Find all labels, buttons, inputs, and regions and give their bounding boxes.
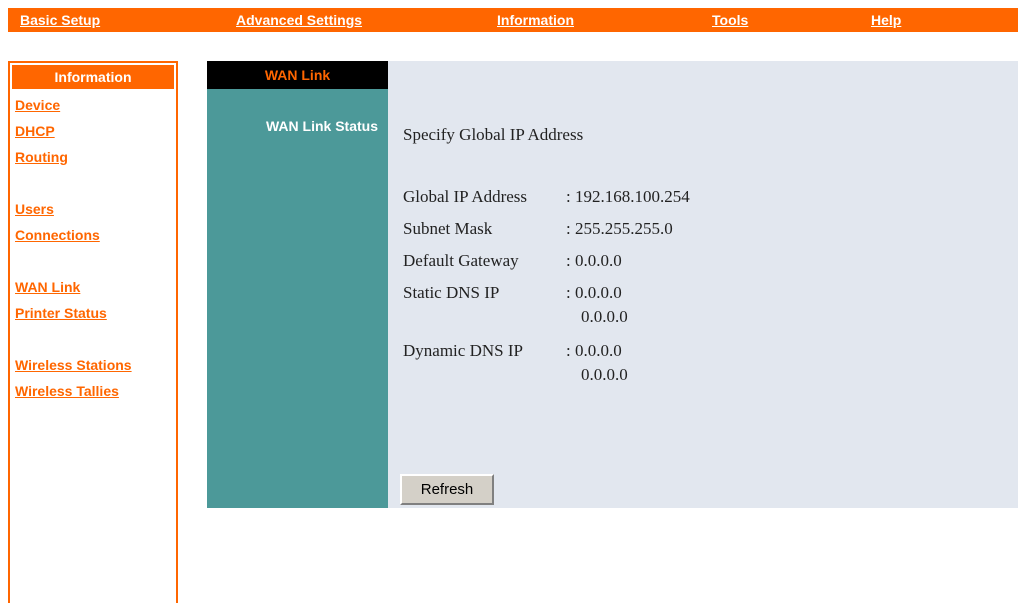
tab-wan-link[interactable]: WAN Link [207, 61, 388, 89]
nav-basic-setup[interactable]: Basic Setup [20, 12, 100, 28]
value-static-dns-primary: : 0.0.0.0 [566, 283, 622, 302]
sidebar-item-routing[interactable]: Routing [15, 149, 68, 165]
sidebar-item-users[interactable]: Users [15, 201, 54, 217]
label-subnet-mask: Subnet Mask [403, 219, 493, 238]
page-heading: Specify Global IP Address [403, 125, 584, 144]
value-global-ip: : 192.168.100.254 [566, 187, 690, 206]
refresh-button[interactable]: Refresh [400, 474, 494, 505]
nav-advanced-settings[interactable]: Advanced Settings [236, 12, 362, 28]
top-nav-bar: Basic Setup Advanced Settings Informatio… [8, 8, 1018, 32]
sidebar-item-printer-status[interactable]: Printer Status [15, 305, 107, 321]
sidebar-item-wan-link[interactable]: WAN Link [15, 279, 80, 295]
sidebar-item-connections[interactable]: Connections [15, 227, 100, 243]
value-dynamic-dns-secondary: 0.0.0.0 [581, 365, 628, 384]
sidebar-item-device[interactable]: Device [15, 97, 60, 113]
sidebar-item-wireless-stations[interactable]: Wireless Stations [15, 357, 132, 373]
main-content: Specify Global IP Address Global IP Addr… [388, 61, 1018, 508]
nav-tools[interactable]: Tools [712, 12, 748, 28]
section-wan-link-status[interactable]: WAN Link Status [266, 118, 378, 134]
sub-nav-panel: WAN Link WAN Link Status [207, 61, 388, 508]
sidebar-item-wireless-tallies[interactable]: Wireless Tallies [15, 383, 119, 399]
sidebar-item-dhcp[interactable]: DHCP [15, 123, 55, 139]
value-subnet-mask: : 255.255.255.0 [566, 219, 673, 238]
sidebar: Information Device DHCP Routing Users Co… [8, 61, 178, 603]
label-static-dns: Static DNS IP [403, 283, 500, 302]
label-dynamic-dns: Dynamic DNS IP [403, 341, 523, 360]
label-global-ip: Global IP Address [403, 187, 528, 206]
label-default-gateway: Default Gateway [403, 251, 519, 270]
nav-information[interactable]: Information [497, 12, 574, 28]
value-default-gateway: : 0.0.0.0 [566, 251, 622, 270]
nav-help[interactable]: Help [871, 12, 901, 28]
value-static-dns-secondary: 0.0.0.0 [581, 307, 628, 326]
value-dynamic-dns-primary: : 0.0.0.0 [566, 341, 622, 360]
sidebar-header: Information [12, 65, 174, 89]
